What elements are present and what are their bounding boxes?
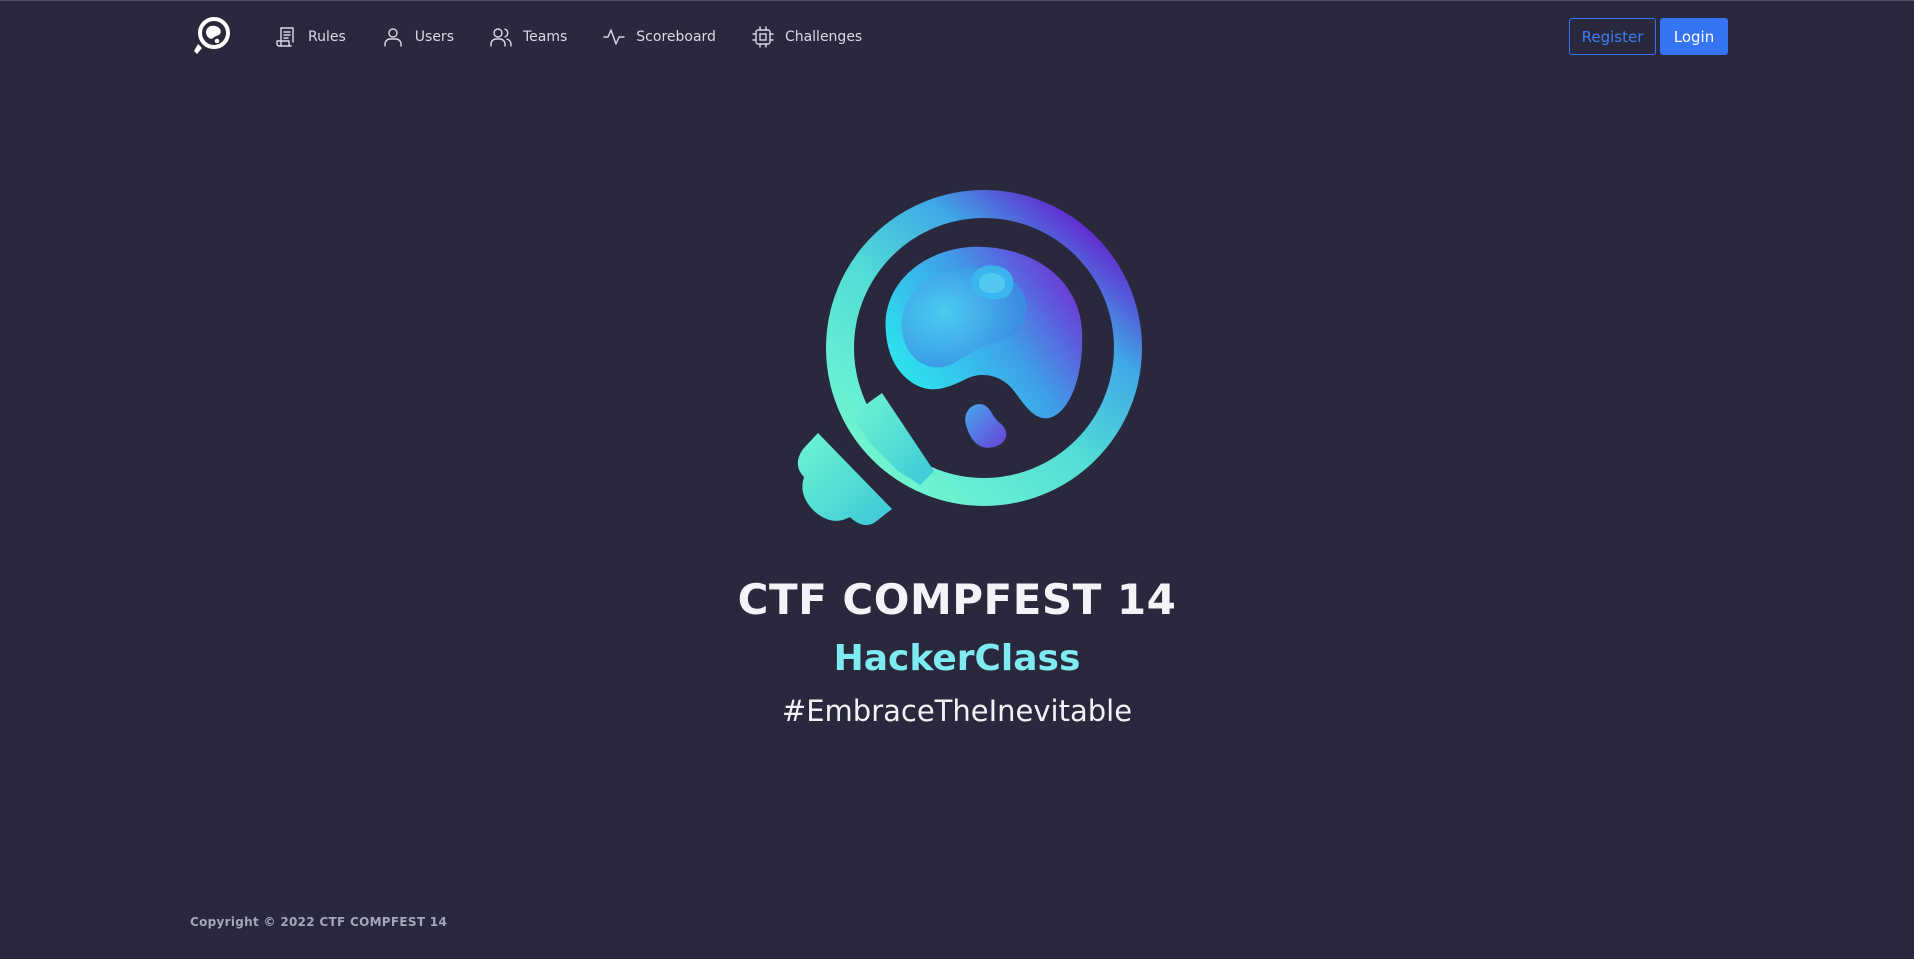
cpu-icon (751, 25, 775, 49)
nav-rules[interactable]: Rules (274, 25, 346, 49)
users-icon (489, 25, 513, 49)
nav-challenges-label: Challenges (784, 29, 863, 45)
hero-tagline: #EmbraceTheInevitable (781, 694, 1133, 728)
compfest-logo (797, 190, 1142, 525)
scroll-icon (274, 25, 298, 49)
footer-copyright: Copyright © 2022 CTF COMPFEST 14 (190, 915, 448, 929)
nav-teams-label: Teams (523, 29, 568, 45)
nav-links: Rules Users Teams Scoreboard Challenges (274, 23, 897, 51)
nav-teams[interactable]: Teams (489, 25, 567, 49)
login-button[interactable]: Login (1660, 18, 1728, 55)
user-icon (381, 25, 405, 49)
hero-title: CTF COMPFEST 14 (737, 575, 1177, 624)
register-button[interactable]: Register (1569, 18, 1656, 55)
hero-subtitle: HackerClass (833, 638, 1081, 679)
nav-scoreboard-label: Scoreboard (636, 29, 716, 45)
compfest-logo-icon[interactable] (190, 16, 234, 58)
nav-challenges[interactable]: Challenges (751, 25, 862, 49)
nav-users[interactable]: Users (381, 25, 454, 49)
navbar: Rules Users Teams Scoreboard Challenges … (0, 1, 1914, 73)
nav-scoreboard[interactable]: Scoreboard (602, 25, 716, 49)
nav-users-label: Users (414, 29, 454, 45)
nav-rules-label: Rules (308, 29, 346, 45)
activity-icon (602, 25, 626, 49)
